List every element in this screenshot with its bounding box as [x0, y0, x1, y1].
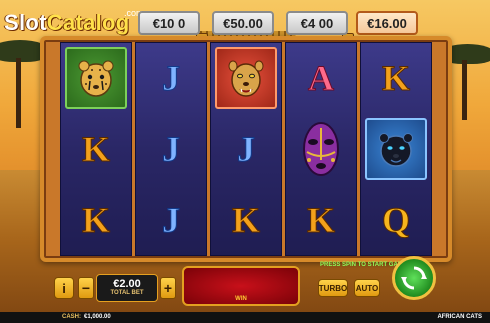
bet-value: €2.00 [113, 278, 141, 290]
jackpot-4: €16.00 [356, 11, 418, 35]
symbol-cell: J [136, 43, 206, 114]
panther-icon [365, 117, 427, 180]
bet-decrease-button[interactable]: − [78, 277, 94, 299]
control-panel: i − €2.00 TOTAL BET + WIN PRESS SPIN TO … [48, 256, 448, 312]
jackpot-1: €10 0 [138, 11, 200, 35]
symbol-j: J [162, 128, 181, 169]
symbol-q: Q [381, 199, 410, 240]
symbol-k: K [231, 199, 260, 240]
reel-4: A K [285, 42, 357, 256]
spin-button[interactable] [392, 256, 436, 300]
tribal-mask-icon [303, 121, 339, 176]
win-label: WIN [235, 296, 247, 302]
symbol-k: K [81, 128, 110, 169]
game-name: AFRICAN CATS [437, 314, 482, 320]
symbol-cell: K [361, 43, 431, 114]
status-bar: CASH: €1,000.00 AFRICAN CATS [0, 312, 490, 323]
symbol-cell: K [286, 184, 356, 255]
jackpot-bar: €10 0 €50.00 €4 00 €16.00 [0, 11, 490, 45]
reel-1: K K [60, 42, 132, 256]
symbol-cell: K [61, 114, 131, 185]
symbol-j: J [162, 58, 181, 99]
symbol-a: A [308, 58, 335, 99]
bet-label: TOTAL BET [110, 290, 144, 296]
reel-2: J J J [135, 42, 207, 256]
symbol-cell: Q [361, 184, 431, 255]
symbol-cell: K [211, 184, 281, 255]
lioness-icon [215, 47, 277, 110]
cash-value: €1,000.00 [84, 314, 111, 320]
reel-3: J K [210, 42, 282, 256]
cash-label: CASH: [62, 314, 81, 320]
symbol-k: K [306, 199, 335, 240]
jackpot-2: €50.00 [212, 11, 274, 35]
jackpot-3: €4 00 [286, 11, 348, 35]
symbol-j: J [237, 128, 256, 169]
total-bet-display: €2.00 TOTAL BET [96, 274, 158, 302]
turbo-button[interactable]: TURBO [318, 279, 348, 297]
symbol-cell: J [211, 114, 281, 185]
symbol-cell: K [61, 184, 131, 255]
spin-arrows-icon [401, 266, 427, 290]
symbol-cell [361, 114, 431, 185]
symbol-cell [61, 43, 131, 114]
cheetah-icon [65, 47, 127, 110]
symbol-j: J [162, 199, 181, 240]
symbol-cell: A [286, 43, 356, 114]
info-button[interactable]: i [54, 277, 74, 299]
auto-button[interactable]: AUTO [354, 279, 380, 297]
symbol-cell: J [136, 114, 206, 185]
bet-increase-button[interactable]: + [160, 277, 176, 299]
reel-5: K Q [360, 42, 432, 256]
win-display: WIN [182, 266, 300, 306]
symbol-cell [286, 114, 356, 185]
symbol-cell [211, 43, 281, 114]
symbol-cell: J [136, 184, 206, 255]
reel-grid: K K J J J J K A K K Q [60, 42, 432, 256]
symbol-k: K [381, 58, 410, 99]
symbol-k: K [81, 199, 110, 240]
